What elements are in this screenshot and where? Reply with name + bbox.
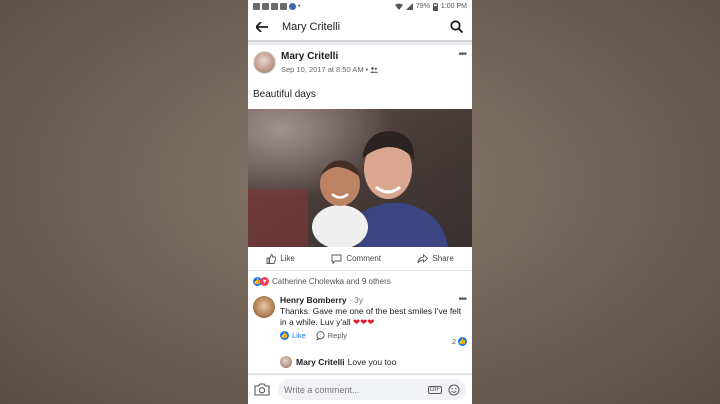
comment-bubble-icon (331, 254, 342, 264)
comment-reply-button[interactable]: Reply (316, 331, 347, 340)
reply-text: Love you too (347, 356, 397, 367)
like-reaction-icon: 👍 (458, 337, 467, 346)
comment-more-icon[interactable]: ••• (458, 294, 466, 305)
back-arrow-icon[interactable] (256, 20, 270, 34)
comment-time: · 3y (348, 295, 364, 305)
search-icon[interactable] (450, 19, 464, 34)
post-header: Mary Critelli Sep 10, 2017 at 8:50 AM • … (248, 45, 472, 79)
post-date: Sep 10, 2017 at 8:50 AM (281, 65, 364, 74)
separator-dot: • (365, 65, 369, 74)
notification-icon (253, 3, 260, 10)
status-bar: • 79% 1:00 PM (248, 0, 472, 13)
page-title: Mary Critelli (282, 20, 341, 33)
friends-audience-icon (370, 66, 379, 73)
comment-label: Comment (346, 254, 381, 263)
thumbs-up-icon (266, 253, 277, 264)
reply-avatar[interactable] (280, 355, 292, 368)
like-button[interactable]: Like (266, 253, 295, 264)
commenter-name[interactable]: Henry Bomberry (280, 295, 347, 305)
notification-icon (271, 3, 278, 10)
notification-icons: • (253, 3, 300, 10)
more-notifications-icon: • (298, 3, 301, 10)
gif-icon[interactable]: GIF (428, 385, 442, 394)
like-reaction-icon: 👍 (280, 331, 289, 340)
reactions-text: Catherine Cholewka and 9 others (272, 277, 391, 286)
comment-input-placeholder: Write a comment... (284, 384, 360, 395)
clock: 1:00 PM (440, 3, 467, 10)
comment-like-count-value: 2 (451, 337, 456, 346)
comment-button[interactable]: Comment (331, 254, 381, 264)
comment-composer: Write a comment... GIF (248, 374, 472, 404)
reply: Mary Critelli Love you too (248, 350, 472, 373)
app-header: Mary Critelli (248, 13, 472, 42)
more-options-icon[interactable]: ••• (458, 50, 466, 60)
reply-bubble-icon (316, 331, 325, 340)
phone-screen: • 79% 1:00 PM Mary Critelli Mary Critell… (248, 0, 472, 404)
emoji-icon[interactable] (448, 384, 460, 396)
comment-like-count[interactable]: 2 👍 (452, 337, 467, 346)
comment-text: Thanks. Gave me one of the best smiles I… (280, 306, 466, 328)
wifi-icon (394, 3, 403, 10)
post-author[interactable]: Mary Critelli (281, 51, 458, 63)
camera-icon[interactable] (254, 382, 270, 397)
post-photo[interactable] (248, 109, 472, 247)
comment-reply-label: Reply (327, 331, 347, 340)
hearts-emoji: ❤❤❤ (352, 317, 375, 327)
comment-like-label: Like (292, 331, 306, 340)
post-card: Mary Critelli Sep 10, 2017 at 8:50 AM • … (248, 45, 472, 373)
comment: Henry Bomberry · 3y Thanks. Gave me one … (248, 292, 472, 350)
share-button[interactable]: Share (417, 253, 454, 264)
commenter-avatar[interactable] (253, 296, 275, 318)
reply-author[interactable]: Mary Critelli (296, 357, 345, 367)
like-label: Like (280, 254, 295, 263)
battery-icon (432, 2, 438, 11)
reactions-summary[interactable]: 👍 ♥ Catherine Cholewka and 9 others (248, 271, 472, 292)
love-reaction-icon: ♥ (260, 277, 269, 286)
notification-icon (262, 3, 269, 10)
share-arrow-icon (417, 253, 429, 263)
share-label: Share (432, 254, 454, 263)
author-avatar[interactable] (253, 51, 276, 74)
battery-level: 79% (415, 3, 430, 10)
post-timestamp[interactable]: Sep 10, 2017 at 8:50 AM • (281, 65, 458, 74)
post-text: Beautiful days (253, 89, 316, 100)
signal-icon (405, 3, 413, 10)
facebook-icon (289, 3, 296, 10)
notification-icon (280, 3, 287, 10)
comment-input[interactable]: Write a comment... GIF (278, 379, 466, 400)
post-actions: Like Comment Share (248, 247, 472, 271)
comment-like-button[interactable]: 👍 Like (280, 331, 306, 340)
